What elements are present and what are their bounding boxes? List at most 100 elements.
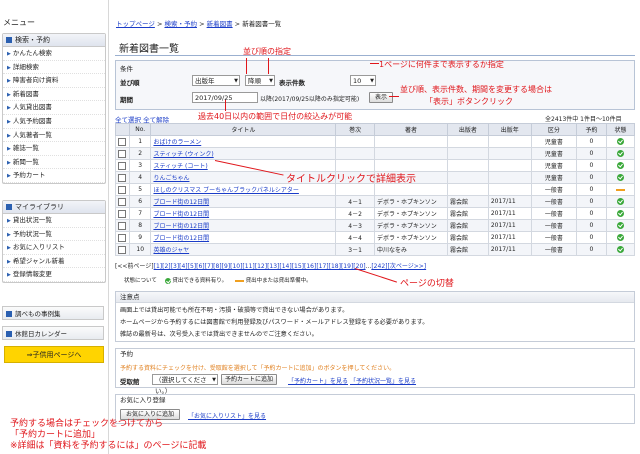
row-no: 10 [136,246,145,253]
row-category: 児童書 [544,151,563,158]
row-reserve-count: 0 [589,186,594,193]
sidebar-item-magazines[interactable]: ▶ 雑誌一覧 [3,142,105,156]
breadcrumb-new-books[interactable]: 新着図書 [207,20,233,28]
row-checkbox[interactable] [118,173,127,182]
sidebar-calendar-link[interactable]: 休館日カレンダー [2,326,104,340]
sidebar-item-reserve-status[interactable]: ▶ 予約状況一覧 [3,228,105,242]
sidebar-item-loan-status[interactable]: ▶ 貸出状況一覧 [3,214,105,228]
breadcrumb-top[interactable]: トップページ [116,20,155,28]
sidebar-item-detail-search[interactable]: ▶ 詳細検索 [3,61,105,75]
breadcrumb-search[interactable]: 検索・予約 [164,20,197,28]
row-title-link[interactable]: りんごちゃん [153,175,189,182]
status-legend: 状態について 貸出できる資料有り。 貸出中または貸出準備中。 [124,276,312,284]
row-checkbox[interactable] [118,209,127,218]
search-menu-header[interactable]: 検索・予約 [3,34,105,47]
sidebar-item-popular-authors[interactable]: ▶ 人気著者一覧 [3,129,105,143]
table-row: 5 ほしのクリスマス ブーちゃんブラックパネルシアター 一般書 0 [115,183,635,196]
row-year: 2017/11 [490,198,516,205]
pager-next[interactable]: [次ページ>>] [387,263,426,270]
sidebar-item-favorites[interactable]: ▶ お気に入りリスト [3,241,105,255]
row-checkbox[interactable] [118,161,127,170]
row-checkbox[interactable] [118,197,127,206]
annotation-sort: 並び順の指定 [243,47,291,56]
sidebar-faq-link[interactable]: 調べもの事例集 [2,306,104,320]
row-category: 児童書 [544,163,563,170]
table-row: 7 ブロード街の12日間 4－2 デボラ・ホプキンソン 霧会館 2017/11 一般書 0 [115,207,635,220]
row-category: 児童書 [544,139,563,146]
add-to-cart-button[interactable]: 予約カートに追加 [221,374,277,385]
header-reserve: 予約 [575,123,608,136]
check-circle-icon [617,162,624,169]
count-select[interactable]: 10 ▼ [350,75,376,86]
my-library-group: マイライブラリ ▶ 貸出状況一覧 ▶ 予約状況一覧 ▶ お気に入りリスト ▶ 希望ジャン… [2,200,106,283]
display-button[interactable]: 表示 [369,92,393,103]
square-bullet-icon [6,204,12,210]
triangle-right-icon: ▶ [7,118,11,125]
annotation-arrow [354,268,398,283]
pager-pages[interactable]: [1][2][3][4][5][6][7][8][9][10][11][12][… [154,263,366,270]
row-reserve-count: 0 [589,222,594,229]
annotation-title-click: タイトルクリックで詳細表示 [286,174,416,185]
my-library-header[interactable]: マイライブラリ [3,201,105,214]
sidebar-item-genre-new[interactable]: ▶ 希望ジャンル新着 [3,255,105,269]
sort-label: 並び順 [120,79,140,87]
sidebar-item-popular-loans[interactable]: ▶ 人気貸出図書 [3,101,105,115]
pager-last[interactable]: [242] [371,263,387,270]
row-no: 5 [138,186,143,193]
sidebar-item-new-books[interactable]: ▶ 新着図書 [3,88,105,102]
row-checkbox[interactable] [118,245,127,254]
chevron-down-icon: ▼ [370,78,374,84]
row-title-link[interactable]: ブロード街の12日間 [153,223,209,230]
view-favorites-link[interactable]: 「お気に入りリスト」を見る [188,411,266,420]
annotation-reserve3: ※詳細は「資料を予約するには」のページに記載 [10,441,207,451]
row-title-link[interactable]: 英雄のジャヤ [153,247,189,254]
order-select[interactable]: 降順 ▼ [245,75,275,86]
sidebar-item-account-settings[interactable]: ▶ 登録情報変更 [3,268,105,282]
dash-icon [616,188,625,191]
pager: [<<前ページ][1][2][3][4][5][6][7][8][9][10][… [115,261,426,270]
legend-wait: 貸出中または貸出準備中。 [245,278,312,284]
sidebar-item-accessible-materials[interactable]: ▶ 障害者向け資料 [3,74,105,88]
row-checkbox[interactable] [118,137,127,146]
row-title-link[interactable]: スティッチ (ウィンク) [153,151,213,158]
view-cart-link[interactable]: 「予約カート」を見る [288,376,348,385]
row-title-link[interactable]: ブロード街の12日間 [153,235,209,242]
sidebar-item-reserve-cart[interactable]: ▶ 予約カート [3,169,105,183]
chevron-down-icon: ▼ [234,78,238,84]
chevron-down-icon: ▼ [269,78,273,84]
row-title-link[interactable]: スティッチ (コート) [153,163,207,170]
annotation-arrow [225,100,226,111]
row-volume: 4－4 [348,235,362,242]
sidebar-item-simple-search[interactable]: ▶ かんたん検索 [3,47,105,61]
row-checkbox[interactable] [118,185,127,194]
row-title-link[interactable]: ブロード街の12日間 [153,199,209,206]
sort-select[interactable]: 出版年 ▼ [192,75,240,86]
row-volume: 4－1 [348,199,362,206]
legend-label: 状態について [124,278,157,284]
row-author: デボラ・ホプキンソン [376,199,437,206]
row-title-link[interactable]: ブロード街の12日間 [153,211,209,218]
row-checkbox[interactable] [118,233,127,242]
breadcrumb-current: 新着図書一覧 [242,20,282,28]
pickup-select[interactable]: （選択してください。） ▼ [152,374,218,395]
child-page-button[interactable]: ⇒子供用ページへ [4,346,104,363]
triangle-right-icon: ▶ [7,258,11,265]
row-checkbox[interactable] [118,149,127,158]
view-reserve-status-link[interactable]: 「予約状況一覧」を見る [350,376,416,385]
sidebar-item-popular-reserves[interactable]: ▶ 人気予約図書 [3,115,105,129]
favorites-title: お気に入り登録 [116,395,634,405]
annotation-arrow [389,96,399,97]
sidebar-item-newspapers[interactable]: ▶ 新聞一覧 [3,156,105,170]
row-checkbox[interactable] [118,221,127,230]
row-volume: 4－2 [348,211,362,218]
legend-ok: 貸出できる資料有り。 [172,278,228,284]
triangle-right-icon: ▶ [7,218,11,224]
row-title-link[interactable]: ほしのクリスマス ブーちゃんブラックパネルシアター [153,187,298,194]
row-title-link[interactable]: おばけのラーメン [153,139,201,146]
check-circle-icon [617,138,624,145]
triangle-right-icon: ▶ [7,78,11,85]
table-header-row: No. タイトル 巻次 著者 出版者 出版年 区分 予約 状態 [115,123,635,136]
row-category: 一般書 [544,235,563,242]
triangle-right-icon: ▶ [7,173,11,180]
annotation-per-page: 1ページに何件まで表示するか指定 [379,60,504,69]
